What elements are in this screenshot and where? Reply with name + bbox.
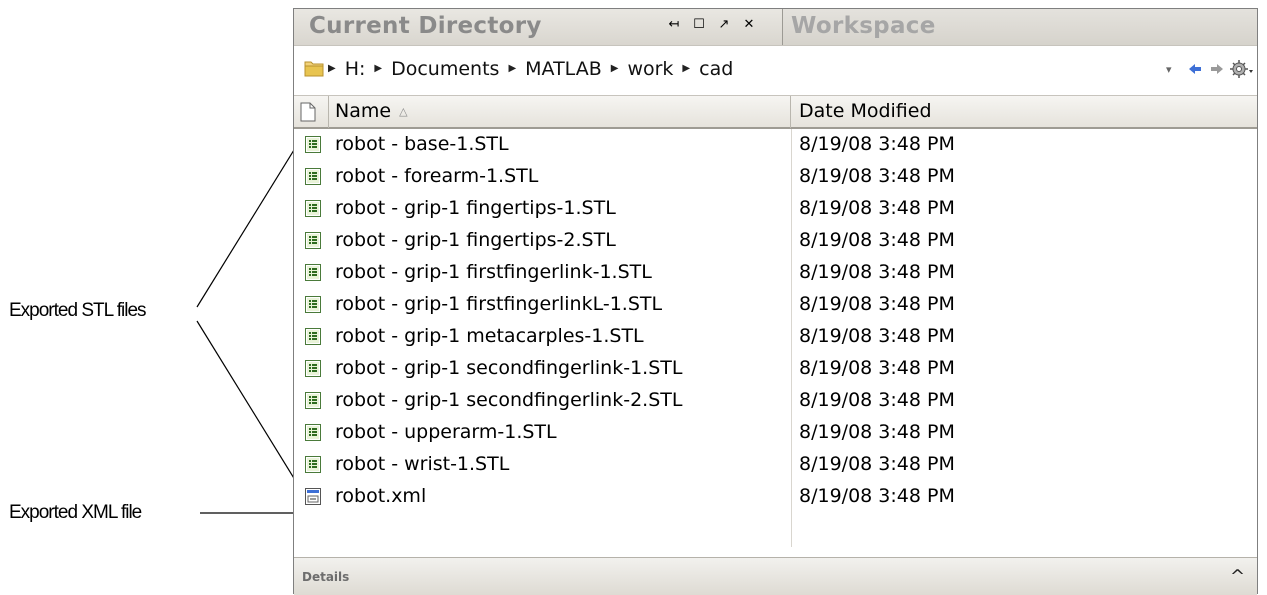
file-date-modified: 8/19/08 3:48 PM xyxy=(799,421,955,443)
stl-file-icon xyxy=(305,328,321,350)
exported-xml-file-label: Exported XML file xyxy=(9,502,142,523)
column-header: Name △ Date Modified xyxy=(294,95,1257,129)
breadcrumb-separator-icon: ▶ xyxy=(682,62,691,74)
tab-current-directory-label: Current Directory xyxy=(309,13,542,39)
file-date-modified: 8/19/08 3:48 PM xyxy=(799,453,955,475)
file-row[interactable]: robot - grip-1 fingertips-2.STL 8/19/08 3… xyxy=(294,225,1257,257)
file-date-modified: 8/19/08 3:48 PM xyxy=(799,133,955,155)
breadcrumb-separator-icon: ▶ xyxy=(328,62,336,74)
restore-icon[interactable]: ↗ xyxy=(716,17,732,33)
stl-file-icon xyxy=(305,136,321,158)
current-directory-panel: Current Directory ↤ ☐ ↗ ✕ Workspace ▶ H:… xyxy=(293,8,1258,595)
details-bar[interactable]: Details ^ xyxy=(294,557,1257,595)
address-dropdown-icon[interactable]: ▾ xyxy=(1166,63,1172,76)
file-row[interactable]: robot - upperarm-1.STL 8/19/08 3:48 PM xyxy=(294,417,1257,449)
file-date-modified: 8/19/08 3:48 PM xyxy=(799,165,955,187)
file-date-modified: 8/19/08 3:48 PM xyxy=(799,325,955,347)
file-name: robot - grip-1 fingertips-2.STL xyxy=(335,229,616,251)
file-date-modified: 8/19/08 3:48 PM xyxy=(799,261,955,283)
file-name: robot - grip-1 firstfingerlinkL-1.STL xyxy=(335,293,663,315)
undock-icon[interactable]: ↤ xyxy=(666,17,682,33)
stl-file-icon xyxy=(305,392,321,414)
stl-file-icon xyxy=(305,232,321,254)
tab-current-directory[interactable]: Current Directory ↤ ☐ ↗ ✕ xyxy=(294,9,783,45)
breadcrumb-separator-icon: ▶ xyxy=(610,62,619,74)
exported-stl-files-label: Exported STL files xyxy=(9,300,147,321)
stl-file-icon xyxy=(305,456,321,478)
file-row[interactable]: robot - grip-1 fingertips-1.STL 8/19/08 3… xyxy=(294,193,1257,225)
close-icon[interactable]: ✕ xyxy=(741,17,757,33)
back-arrow-icon[interactable] xyxy=(1188,63,1202,75)
details-label: Details xyxy=(302,570,350,584)
file-name: robot - grip-1 metacarples-1.STL xyxy=(335,325,644,347)
file-type-column-icon[interactable] xyxy=(299,102,317,122)
stl-file-icon xyxy=(305,360,321,382)
tab-workspace-label: Workspace xyxy=(791,13,936,39)
file-name: robot - grip-1 secondfingerlink-2.STL xyxy=(335,389,683,411)
breadcrumb-item-work[interactable]: work xyxy=(627,58,673,80)
file-row[interactable]: robot - grip-1 metacarples-1.STL 8/19/08 … xyxy=(294,321,1257,353)
stl-file-icon xyxy=(305,200,321,222)
stl-file-icon xyxy=(305,296,321,318)
settings-gear-icon[interactable] xyxy=(1230,59,1254,79)
file-name: robot - upperarm-1.STL xyxy=(335,421,557,443)
file-name: robot - wrist-1.STL xyxy=(335,453,510,475)
file-row[interactable]: robot - grip-1 secondfingerlink-2.STL 8/1… xyxy=(294,385,1257,417)
folder-icon xyxy=(304,61,324,77)
address-bar[interactable]: ▶ H: ▶ Documents ▶ MATLAB ▶ work ▶ cad ▾ xyxy=(294,45,1257,95)
expand-details-icon[interactable]: ^ xyxy=(1230,566,1245,587)
file-date-modified: 8/19/08 3:48 PM xyxy=(799,229,955,251)
file-row[interactable]: robot.xml 8/19/08 3:48 PM xyxy=(294,481,1257,513)
breadcrumb-separator-icon: ▶ xyxy=(374,62,383,74)
file-row[interactable]: robot - forearm-1.STL 8/19/08 3:48 PM xyxy=(294,161,1257,193)
maximize-icon[interactable]: ☐ xyxy=(691,17,707,33)
breadcrumb-item-matlab[interactable]: MATLAB xyxy=(525,58,602,80)
file-row[interactable]: robot - wrist-1.STL 8/19/08 3:48 PM xyxy=(294,449,1257,481)
file-list: robot - base-1.STL 8/19/08 3:48 PM robot -… xyxy=(294,129,1257,547)
file-date-modified: 8/19/08 3:48 PM xyxy=(799,485,955,507)
column-header-date-label: Date Modified xyxy=(799,100,932,122)
file-date-modified: 8/19/08 3:48 PM xyxy=(799,197,955,219)
xml-file-icon xyxy=(305,488,321,510)
breadcrumb-item-cad[interactable]: cad xyxy=(699,58,733,80)
breadcrumb: ▶ H: ▶ Documents ▶ MATLAB ▶ work ▶ cad xyxy=(326,58,733,80)
stl-file-icon xyxy=(305,424,321,446)
breadcrumb-item-documents[interactable]: Documents xyxy=(391,58,499,80)
tab-workspace[interactable]: Workspace xyxy=(783,9,1257,45)
file-name: robot - grip-1 firstfingerlink-1.STL xyxy=(335,261,652,283)
file-name: robot.xml xyxy=(335,485,427,507)
sort-ascending-icon: △ xyxy=(399,105,408,118)
file-name: robot - grip-1 fingertips-1.STL xyxy=(335,197,616,219)
file-row[interactable]: robot - grip-1 firstfingerlinkL-1.STL 8/1… xyxy=(294,289,1257,321)
file-row[interactable]: robot - grip-1 firstfingerlink-1.STL 8/19… xyxy=(294,257,1257,289)
breadcrumb-separator-icon: ▶ xyxy=(508,62,517,74)
file-name: robot - base-1.STL xyxy=(335,133,509,155)
file-date-modified: 8/19/08 3:48 PM xyxy=(799,357,955,379)
column-header-name[interactable]: Name △ xyxy=(328,96,791,128)
column-header-date-modified[interactable]: Date Modified xyxy=(791,96,1257,128)
column-header-name-label: Name xyxy=(335,100,392,122)
tab-bar: Current Directory ↤ ☐ ↗ ✕ Workspace xyxy=(294,9,1257,45)
file-row[interactable]: robot - base-1.STL 8/19/08 3:48 PM xyxy=(294,129,1257,161)
file-date-modified: 8/19/08 3:48 PM xyxy=(799,389,955,411)
stl-file-icon xyxy=(305,168,321,190)
breadcrumb-item-drive[interactable]: H: xyxy=(345,58,366,80)
file-date-modified: 8/19/08 3:48 PM xyxy=(799,293,955,315)
file-row[interactable]: robot - grip-1 secondfingerlink-1.STL 8/1… xyxy=(294,353,1257,385)
file-name: robot - forearm-1.STL xyxy=(335,165,539,187)
file-name: robot - grip-1 secondfingerlink-1.STL xyxy=(335,357,683,379)
forward-arrow-icon[interactable] xyxy=(1210,63,1224,75)
stl-file-icon xyxy=(305,264,321,286)
